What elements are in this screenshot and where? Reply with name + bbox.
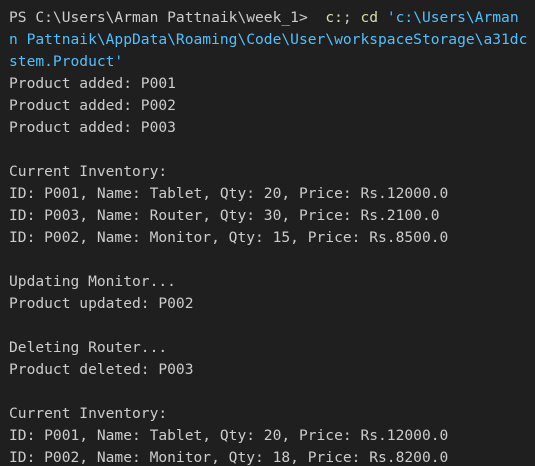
command-wrap-line: stem.Product' — [9, 53, 124, 70]
command-wrap-line: n Pattnaik\AppData\Roaming\Code\User\wor… — [9, 31, 528, 48]
output-line: Current Inventory: — [9, 163, 168, 180]
output-line: Product added: P002 — [9, 97, 176, 114]
output-line: Deleting Router... — [9, 339, 168, 356]
command-path: 'c:\Users\Arman — [378, 9, 519, 26]
output-line: Product added: P001 — [9, 75, 176, 92]
output-line: Current Inventory: — [9, 405, 168, 422]
output-line: ID: P003, Name: Router, Qty: 30, Price: … — [9, 207, 440, 224]
command-separator: ; — [342, 9, 361, 26]
terminal-panel[interactable]: PS C:\Users\Arman Pattnaik\week_1> c:; c… — [0, 0, 535, 466]
output-line: ID: P002, Name: Monitor, Qty: 15, Price:… — [9, 229, 449, 246]
output-line: Product updated: P002 — [9, 295, 194, 312]
shell-prompt: PS C:\Users\Arman Pattnaik\week_1> — [9, 9, 317, 26]
terminal-output: PS C:\Users\Arman Pattnaik\week_1> c:; c… — [9, 7, 535, 466]
output-line: ID: P001, Name: Tablet, Qty: 20, Price: … — [9, 427, 449, 444]
output-line: ID: P001, Name: Tablet, Qty: 20, Price: … — [9, 185, 449, 202]
output-line: ID: P002, Name: Monitor, Qty: 18, Price:… — [9, 449, 449, 466]
command-line: PS C:\Users\Arman Pattnaik\week_1> c:; c… — [9, 7, 535, 29]
command-cd: cd — [360, 9, 379, 26]
output-line: Updating Monitor... — [9, 273, 176, 290]
output-line: Product deleted: P003 — [9, 361, 194, 378]
output-line: Product added: P003 — [9, 119, 176, 136]
command-drive: c: — [316, 9, 343, 26]
